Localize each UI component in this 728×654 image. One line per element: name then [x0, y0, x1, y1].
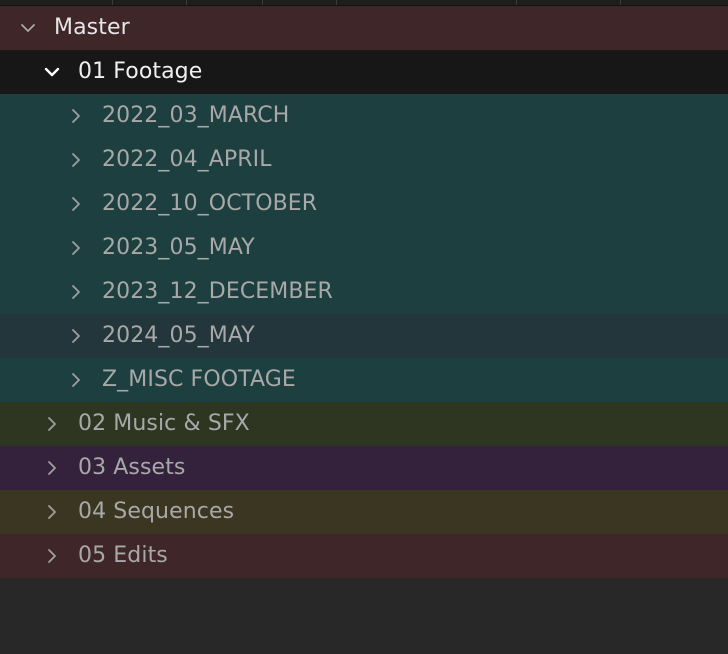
bin-2022-10-october[interactable]: 2022_10_OCTOBER — [0, 182, 728, 226]
media-pool-bin-panel: Master 01 Footage 2022_03_MARCH 2022_04_… — [0, 0, 728, 654]
column-divider[interactable] — [620, 0, 621, 5]
chevron-right-icon[interactable] — [44, 460, 60, 476]
column-divider[interactable] — [262, 0, 263, 5]
bin-label: 05 Edits — [78, 543, 168, 568]
chevron-down-icon[interactable] — [20, 20, 36, 36]
bin-05-edits[interactable]: 05 Edits — [0, 534, 728, 578]
chevron-right-icon[interactable] — [68, 328, 84, 344]
bin-label: 2022_10_OCTOBER — [102, 191, 318, 216]
bin-label: 2022_03_MARCH — [102, 103, 290, 128]
bin-2024-05-may[interactable]: 2024_05_MAY — [0, 314, 728, 358]
bin-label: Z_MISC FOOTAGE — [102, 367, 296, 392]
chevron-right-icon[interactable] — [68, 108, 84, 124]
bin-label: 03 Assets — [78, 455, 186, 480]
bin-label: 2022_04_APRIL — [102, 147, 272, 172]
chevron-right-icon[interactable] — [68, 372, 84, 388]
chevron-right-icon[interactable] — [68, 196, 84, 212]
bin-label: 02 Music & SFX — [78, 411, 250, 436]
footage-subbins: 2022_03_MARCH 2022_04_APRIL 2022_10_OCTO… — [0, 94, 728, 402]
chevron-down-icon[interactable] — [44, 64, 60, 80]
bin-label: 2023_05_MAY — [102, 235, 255, 260]
bin-2022-04-april[interactable]: 2022_04_APRIL — [0, 138, 728, 182]
chevron-right-icon[interactable] — [68, 152, 84, 168]
top-level-bins: 02 Music & SFX 03 Assets 04 Sequences 05… — [0, 402, 728, 578]
bin-2023-12-december[interactable]: 2023_12_DECEMBER — [0, 270, 728, 314]
chevron-right-icon[interactable] — [44, 416, 60, 432]
bin-master[interactable]: Master — [0, 6, 728, 50]
bin-2022-03-march[interactable]: 2022_03_MARCH — [0, 94, 728, 138]
bin-label: 2023_12_DECEMBER — [102, 279, 333, 304]
chevron-right-icon[interactable] — [44, 548, 60, 564]
bin-02-music-sfx[interactable]: 02 Music & SFX — [0, 402, 728, 446]
bin-tree: Master 01 Footage 2022_03_MARCH 2022_04_… — [0, 6, 728, 578]
chevron-right-icon[interactable] — [68, 284, 84, 300]
column-divider[interactable] — [336, 0, 337, 5]
bin-04-sequences[interactable]: 04 Sequences — [0, 490, 728, 534]
bin-label: 2024_05_MAY — [102, 323, 255, 348]
bin-01-footage[interactable]: 01 Footage — [0, 50, 728, 94]
bin-label: 04 Sequences — [78, 499, 235, 524]
chevron-right-icon[interactable] — [44, 504, 60, 520]
bin-z-misc-footage[interactable]: Z_MISC FOOTAGE — [0, 358, 728, 402]
column-divider[interactable] — [186, 0, 187, 5]
bin-03-assets[interactable]: 03 Assets — [0, 446, 728, 490]
bin-label: Master — [54, 15, 130, 40]
column-divider[interactable] — [112, 0, 113, 5]
bin-2023-05-may[interactable]: 2023_05_MAY — [0, 226, 728, 270]
bin-label: 01 Footage — [78, 59, 203, 84]
column-divider[interactable] — [516, 0, 517, 5]
chevron-right-icon[interactable] — [68, 240, 84, 256]
